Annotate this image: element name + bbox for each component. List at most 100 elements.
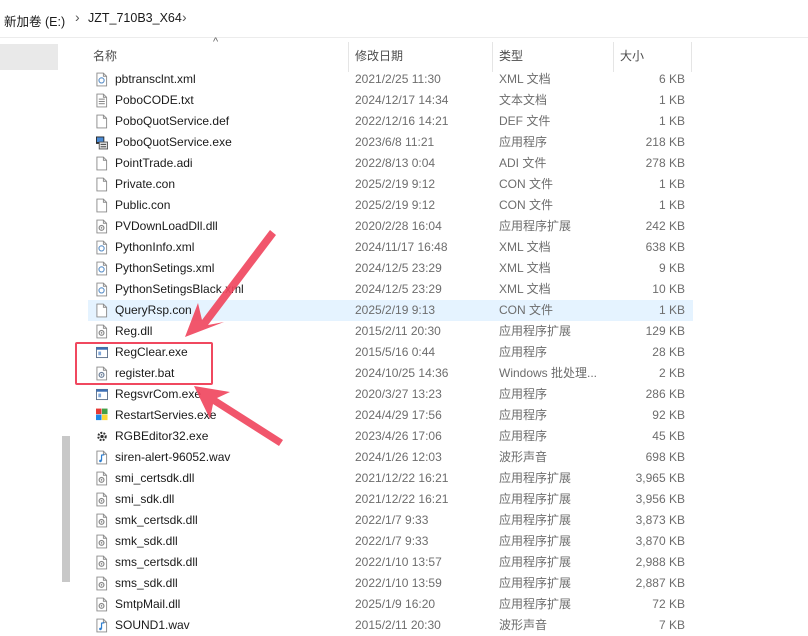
- column-divider[interactable]: [613, 42, 614, 72]
- breadcrumb-drive[interactable]: 新加卷 (E:): [4, 11, 65, 30]
- column-type[interactable]: 类型: [499, 42, 523, 66]
- file-modified-date: 2024/4/29 17:56: [355, 408, 442, 422]
- xml-file-icon: [96, 282, 108, 297]
- file-type: 应用程序: [499, 345, 548, 359]
- file-name: RGBEditor32.exe: [115, 429, 209, 443]
- file-row[interactable]: smi_certsdk.dll 2021/12/22 16:21 应用程序扩展 3,9…: [88, 468, 693, 489]
- file-row[interactable]: PoboCODE.txt 2024/12/17 14:34 文本文档 1 KB: [88, 90, 693, 111]
- file-size: 3,956 KB: [635, 492, 685, 506]
- file-row[interactable]: sms_sdk.dll 2022/1/10 13:59 应用程序扩展 2,887 KB: [88, 573, 693, 594]
- file-row[interactable]: PVDownLoadDll.dll 2020/2/28 16:04 应用程序扩展 24…: [88, 216, 693, 237]
- file-size: 1 KB: [658, 114, 685, 128]
- file-size: 698 KB: [645, 450, 685, 464]
- file-row[interactable]: smi_sdk.dll 2021/12/22 16:21 应用程序扩展 3,956 K…: [88, 489, 693, 510]
- file-name: smi_certsdk.dll: [115, 471, 195, 485]
- column-divider[interactable]: [348, 42, 349, 72]
- file-row[interactable]: SmtpMail.dll 2025/1/9 16:20 应用程序扩展 72 KB: [88, 594, 693, 615]
- file-row[interactable]: Private.con 2025/2/19 9:12 CON 文件 1 KB: [88, 174, 693, 195]
- dll-file-icon: [96, 324, 108, 339]
- file-size: 3,965 KB: [635, 471, 685, 485]
- file-modified-date: 2015/2/11 20:30: [355, 618, 441, 632]
- blank-file-icon: [96, 114, 108, 129]
- file-name: RestartServies.exe: [115, 408, 217, 422]
- service-exe-icon: [96, 136, 108, 150]
- file-row[interactable]: PythonInfo.xml 2024/11/17 16:48 XML 文档 638 …: [88, 237, 693, 258]
- file-row[interactable]: siren-alert-96052.wav 2024/1/26 12:03 波形声音…: [88, 447, 693, 468]
- file-size: 286 KB: [645, 387, 685, 401]
- file-modified-date: 2024/12/5 23:29: [355, 261, 442, 275]
- column-divider[interactable]: [691, 42, 692, 72]
- file-row[interactable]: PoboQuotService.exe 2023/6/8 11:21 应用程序 218…: [88, 132, 693, 153]
- column-date[interactable]: 修改日期: [355, 42, 403, 66]
- file-row[interactable]: PointTrade.adi 2022/8/13 0:04 ADI 文件 278 KB: [88, 153, 693, 174]
- file-row[interactable]: RegsvrCom.exe 2020/3/27 13:23 应用程序 286 KB: [88, 384, 693, 405]
- file-type: 应用程序扩展: [499, 492, 572, 506]
- chevron-right-icon[interactable]: ›: [182, 9, 187, 25]
- nav-selected-item[interactable]: [0, 44, 58, 70]
- column-size[interactable]: 大小: [620, 42, 644, 66]
- file-size: 638 KB: [645, 240, 685, 254]
- file-modified-date: 2024/10/25 14:36: [355, 366, 449, 380]
- file-type: XML 文档: [499, 282, 551, 296]
- xml-file-icon: [96, 261, 108, 276]
- address-bar[interactable]: 新加卷 (E:) › JZT_710B3_X64 ›: [0, 0, 808, 38]
- dll-file-icon: [96, 534, 108, 549]
- file-name: pbtransclnt.xml: [115, 72, 196, 86]
- file-modified-date: 2025/2/19 9:13: [355, 303, 436, 317]
- file-size: 2 KB: [658, 366, 685, 380]
- file-row[interactable]: smk_certsdk.dll 2022/1/7 9:33 应用程序扩展 3,873 …: [88, 510, 693, 531]
- file-modified-date: 2022/1/10 13:59: [355, 576, 442, 590]
- file-row[interactable]: SOUND1.wav 2015/2/11 20:30 波形声音 7 KB: [88, 615, 693, 636]
- file-size: 242 KB: [645, 219, 685, 233]
- column-divider[interactable]: [492, 42, 493, 72]
- file-size: 1 KB: [658, 303, 685, 317]
- nav-scrollbar[interactable]: [58, 38, 74, 635]
- file-size: 10 KB: [652, 282, 685, 296]
- file-name: PVDownLoadDll.dll: [115, 219, 218, 233]
- chevron-right-icon[interactable]: ›: [75, 9, 80, 25]
- file-type: XML 文档: [499, 261, 551, 275]
- file-row[interactable]: sms_certsdk.dll 2022/1/10 13:57 应用程序扩展 2,98…: [88, 552, 693, 573]
- file-type: CON 文件: [499, 303, 554, 317]
- file-modified-date: 2024/1/26 12:03: [355, 450, 442, 464]
- file-row[interactable]: Reg.dll 2015/2/11 20:30 应用程序扩展 129 KB: [88, 321, 693, 342]
- file-type: 应用程序扩展: [499, 324, 572, 338]
- file-size: 92 KB: [652, 408, 685, 422]
- file-row[interactable]: PoboQuotService.def 2022/12/16 14:21 DEF 文…: [88, 111, 693, 132]
- file-modified-date: 2025/2/19 9:12: [355, 177, 436, 191]
- file-type: XML 文档: [499, 240, 551, 254]
- file-modified-date: 2021/12/22 16:21: [355, 471, 449, 485]
- file-row[interactable]: smk_sdk.dll 2022/1/7 9:33 应用程序扩展 3,870 KB: [88, 531, 693, 552]
- dll-file-icon: [96, 555, 108, 570]
- file-type: CON 文件: [499, 198, 554, 212]
- file-name: RegsvrCom.exe: [115, 387, 202, 401]
- file-name: sms_certsdk.dll: [115, 555, 198, 569]
- file-size: 6 KB: [658, 72, 685, 86]
- file-row[interactable]: PythonSetingsBlack.xml 2024/12/5 23:29 XML…: [88, 279, 693, 300]
- file-name: SOUND1.wav: [115, 618, 190, 632]
- annotation-highlight-box: [75, 342, 213, 385]
- blank-file-icon: [96, 177, 108, 192]
- file-row[interactable]: Public.con 2025/2/19 9:12 CON 文件 1 KB: [88, 195, 693, 216]
- file-modified-date: 2015/2/11 20:30: [355, 324, 441, 338]
- file-row[interactable]: QueryRsp.con 2025/2/19 9:13 CON 文件 1 KB: [88, 300, 693, 321]
- file-size: 3,870 KB: [635, 534, 685, 548]
- file-name: Private.con: [115, 177, 176, 191]
- file-row[interactable]: PythonSetings.xml 2024/12/5 23:29 XML 文档 9 …: [88, 258, 693, 279]
- column-name[interactable]: 名称: [93, 42, 117, 66]
- file-row[interactable]: pbtransclnt.xml 2021/2/25 11:30 XML 文档 6 KB: [88, 69, 693, 90]
- file-row[interactable]: RGBEditor32.exe 2023/4/26 17:06 应用程序 45 KB: [88, 426, 693, 447]
- breadcrumb-folder[interactable]: JZT_710B3_X64: [88, 11, 182, 25]
- file-modified-date: 2022/1/7 9:33: [355, 513, 429, 527]
- file-size: 7 KB: [658, 618, 685, 632]
- file-type: Windows 批处理...: [499, 366, 598, 380]
- file-name: Public.con: [115, 198, 171, 212]
- column-header: ^ 名称 修改日期 类型 大小: [86, 36, 692, 72]
- scrollbar-thumb[interactable]: [62, 436, 70, 582]
- file-modified-date: 2022/1/10 13:57: [355, 555, 442, 569]
- xml-file-icon: [96, 240, 108, 255]
- file-type: 波形声音: [499, 450, 548, 464]
- file-row[interactable]: RestartServies.exe 2024/4/29 17:56 应用程序 92 …: [88, 405, 693, 426]
- navigation-pane[interactable]: [0, 38, 58, 635]
- dll-file-icon: [96, 219, 108, 234]
